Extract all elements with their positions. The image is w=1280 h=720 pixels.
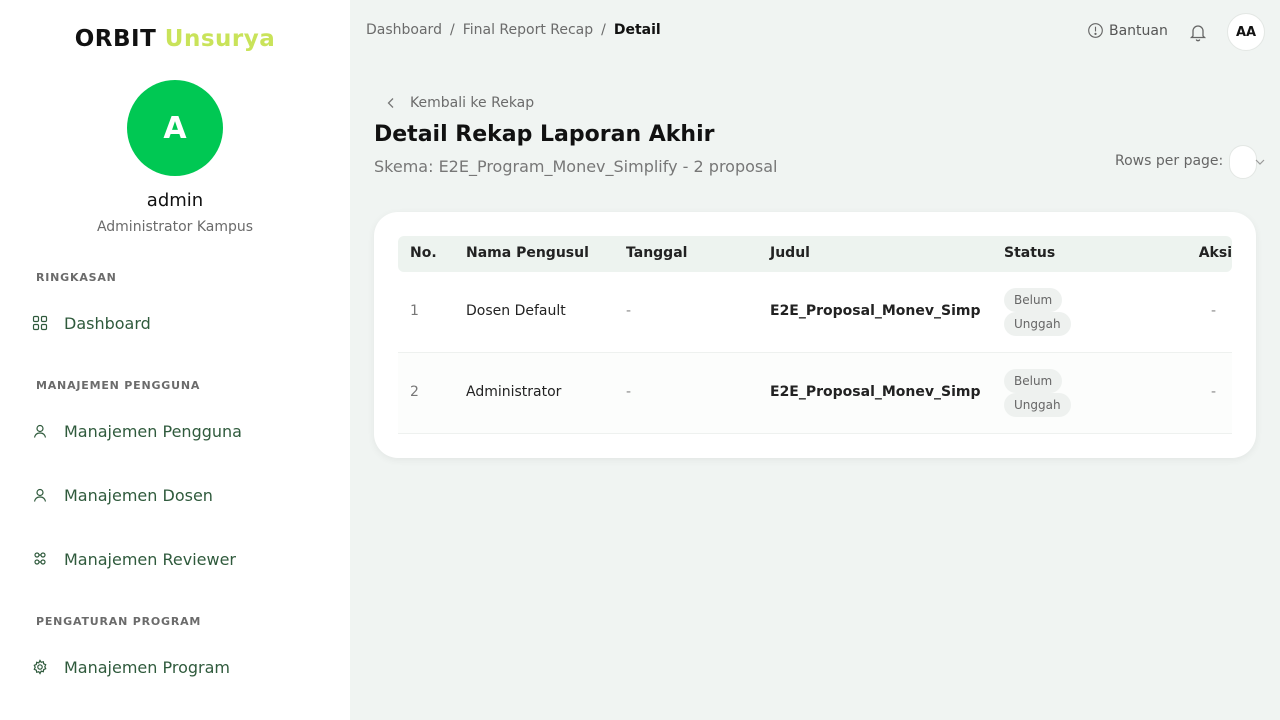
page-subtitle: Skema: E2E_Program_Monev_Simplify - 2 pr… [374, 157, 778, 176]
sidebar-item-label: Manajemen Reviewer [64, 549, 237, 569]
sidebar-item-manajemen-program[interactable]: Manajemen Program [24, 647, 326, 687]
column-header-aksi: Aksi [1198, 245, 1232, 261]
sidebar-item-label: Dashboard [64, 313, 151, 333]
breadcrumb-final-report-recap[interactable]: Final Report Recap [463, 22, 593, 38]
column-header-tanggal: Tanggal [626, 245, 688, 261]
breadcrumb-separator: / [449, 22, 455, 38]
section-label-ringkasan: RINGKASAN [36, 271, 117, 284]
cell-nama: Dosen Default [466, 303, 566, 319]
column-header-nama-pengusul: Nama Pengusul [466, 245, 589, 261]
brand-name: ORBIT [74, 26, 157, 52]
breadcrumb-dashboard[interactable]: Dashboard [366, 22, 442, 38]
breadcrumb-separator: / [601, 22, 606, 38]
status-badge: Belum Unggah [1004, 288, 1071, 336]
cell-nama: Administrator [466, 384, 562, 400]
rows-per-page-label: Rows per page: [1115, 153, 1224, 169]
column-header-no: No. [410, 245, 437, 261]
sidebar-item-manajemen-dosen[interactable]: Manajemen Dosen [24, 475, 326, 515]
column-header-status: Status [1004, 245, 1056, 261]
sidebar-item-manajemen-reviewer[interactable]: Manajemen Reviewer [24, 539, 326, 579]
sidebar-item-label: Manajemen Pengguna [64, 421, 242, 441]
profile-avatar[interactable]: AA [1227, 13, 1265, 51]
sidebar: ORBIT Unsurya A admin Administrator Kamp… [0, 0, 350, 720]
user-icon [33, 488, 47, 502]
cell-aksi: - [1210, 303, 1216, 319]
status-badge: Belum Unggah [1004, 369, 1071, 417]
cell-judul[interactable]: E2E_Proposal_Monev_Simplify [770, 384, 980, 400]
cell-no: 2 [410, 384, 419, 400]
grid-icon [32, 315, 48, 331]
rows-per-page-select[interactable] [1229, 145, 1257, 179]
back-label: Kembali ke Rekap [410, 95, 535, 111]
bell-icon[interactable] [1188, 22, 1208, 42]
page-title: Detail Rekap Laporan Akhir [374, 122, 715, 147]
table-row: 1 Dosen Default - E2E_Proposal_Monev_Sim… [398, 272, 1232, 353]
cell-tanggal: - [626, 303, 632, 319]
breadcrumb-current: Detail [613, 22, 661, 38]
status-line: Unggah [1004, 312, 1071, 336]
user-role: Administrator Kampus [96, 219, 254, 235]
chevron-down-icon [1255, 159, 1265, 165]
section-label-pengaturan-program: PENGATURAN PROGRAM [36, 615, 202, 628]
chevron-left-icon [387, 98, 394, 108]
status-line: Belum [1004, 288, 1063, 312]
user-name: admin [146, 190, 204, 211]
table-card: No. Nama Pengusul Tanggal Judul Status A… [374, 212, 1256, 458]
table-row: 2 Administrator - E2E_Proposal_Monev_Sim… [398, 353, 1232, 434]
sidebar-item-label: Manajemen Dosen [64, 485, 213, 505]
breadcrumb: Dashboard / Final Report Recap / Detail [366, 22, 661, 38]
user-icon [33, 424, 47, 438]
user-avatar: A [127, 80, 223, 176]
cell-no: 1 [410, 303, 419, 319]
back-link[interactable]: Kembali ke Rekap [384, 95, 534, 111]
cell-aksi: - [1210, 384, 1216, 400]
users-group-icon [34, 552, 46, 565]
sidebar-item-dashboard[interactable]: Dashboard [24, 303, 326, 343]
sidebar-item-label: Manajemen Program [64, 657, 231, 677]
column-header-judul: Judul [770, 245, 810, 261]
help-label: Bantuan [1109, 22, 1168, 39]
brand-logo[interactable]: ORBIT Unsurya [0, 26, 350, 52]
info-icon [1088, 23, 1103, 38]
gear-icon [33, 659, 47, 675]
section-label-manajemen-pengguna: MANAJEMEN PENGGUNA [36, 379, 201, 392]
status-line: Belum [1004, 369, 1063, 393]
sidebar-item-manajemen-pengguna[interactable]: Manajemen Pengguna [24, 411, 326, 451]
brand-subname: Unsurya [164, 26, 276, 52]
help-button[interactable]: Bantuan [1087, 22, 1168, 39]
cell-judul[interactable]: E2E_Proposal_Monev_Simplify [770, 303, 980, 319]
table-header: No. Nama Pengusul Tanggal Judul Status A… [398, 236, 1232, 272]
cell-tanggal: - [626, 384, 632, 400]
status-line: Unggah [1004, 393, 1071, 417]
